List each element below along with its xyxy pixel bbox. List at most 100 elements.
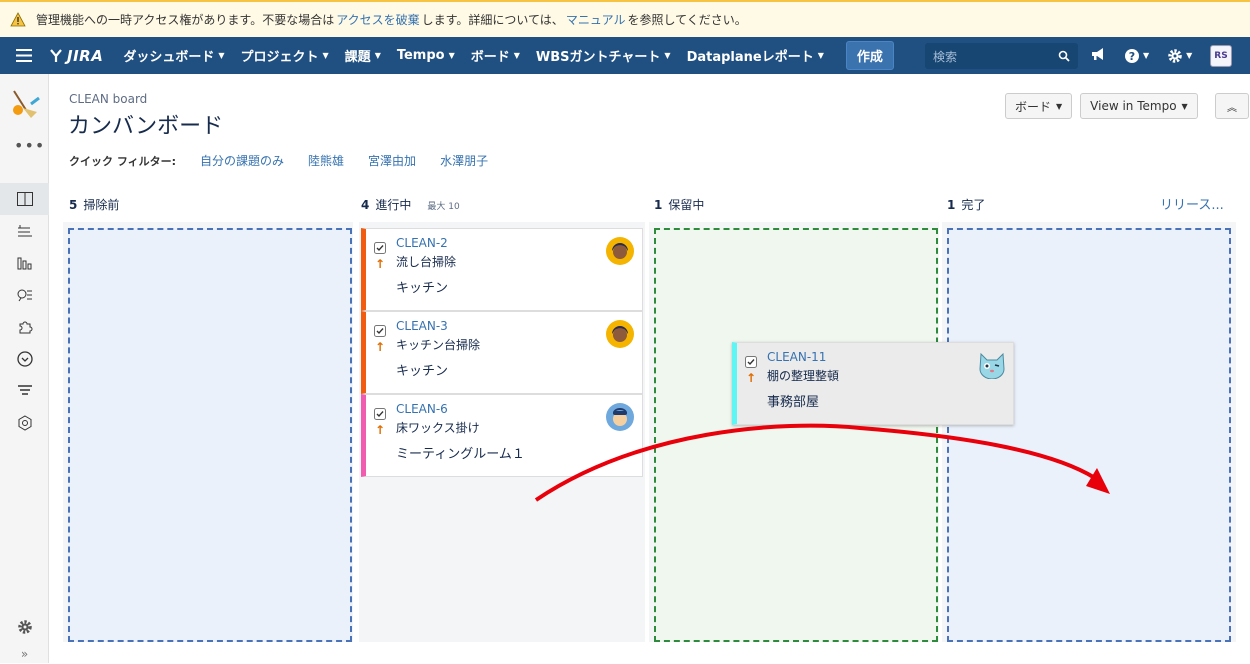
nav-projects[interactable]: プロジェクト ▼: [233, 37, 337, 74]
issue-card[interactable]: ↑ CLEAN-6 床ワックス掛け ミーティングルーム１: [361, 394, 643, 477]
drop-zone-done[interactable]: [947, 228, 1231, 642]
help-icon[interactable]: ? ▼: [1124, 48, 1149, 64]
issue-epic: ミーティングルーム１: [396, 447, 525, 462]
board-name: CLEAN board: [69, 92, 148, 106]
quick-filter-user-2[interactable]: 宮澤由加: [368, 152, 416, 169]
releases-icon[interactable]: [0, 343, 49, 375]
quick-filters: クイック フィルター: 自分の課題のみ 陸熊雄 宮澤由加 水澤朋子: [69, 152, 488, 169]
assignee-avatar: [977, 351, 1005, 380]
jira-logo-text: JIRA: [67, 46, 104, 65]
banner-text-3: を参照してください。: [627, 13, 747, 27]
assignee-avatar: [606, 237, 634, 265]
banner-text-2: します。詳細については、: [421, 13, 564, 27]
dragged-issue-card[interactable]: ↑ CLEAN-11 棚の整理整頓 事務部屋: [732, 342, 1014, 425]
assignee-avatar: [606, 320, 634, 348]
issue-summary: キッチン台掃除: [396, 338, 481, 352]
reports-icon[interactable]: [0, 247, 49, 279]
assignee-avatar: [606, 403, 634, 431]
task-type-icon: [745, 353, 757, 368]
issue-key[interactable]: CLEAN-2: [396, 236, 448, 250]
chevron-down-icon: ▼: [218, 51, 225, 60]
issue-summary: 床ワックス掛け: [396, 421, 480, 435]
page-title: カンバンボード: [68, 114, 224, 139]
issue-key[interactable]: CLEAN-3: [396, 319, 448, 333]
search-input[interactable]: 検索: [925, 43, 1078, 69]
priority-high-icon: ↑: [375, 257, 386, 271]
chevron-down-icon: ▼: [374, 51, 381, 60]
gear-icon[interactable]: ▼: [1167, 48, 1192, 64]
drop-zone-backlog[interactable]: [68, 228, 352, 642]
chevron-down-icon: ▼: [513, 51, 520, 60]
nav-right-icons: ? ▼ ▼ RS: [1090, 37, 1233, 74]
board-icon[interactable]: [0, 183, 49, 215]
components-icon[interactable]: [0, 311, 49, 343]
priority-high-icon: ↑: [375, 423, 386, 437]
svg-text:?: ?: [1129, 50, 1135, 63]
top-navigation: JIRA ダッシュボード ▼ プロジェクト ▼ 課題 ▼ Tempo ▼ ボード ▼ WB…: [0, 37, 1250, 74]
nav-boards[interactable]: ボード ▼: [463, 37, 528, 74]
board-menu-button[interactable]: ボード ▼: [1005, 93, 1073, 119]
quick-filter-user-3[interactable]: 水澤朋子: [440, 152, 488, 169]
issue-summary: 棚の整理整頓: [767, 369, 840, 383]
nav-issues[interactable]: 課題 ▼: [337, 37, 389, 74]
column-header-in-progress: 4 進行中 最大 10: [361, 198, 460, 212]
chevron-up-icon: ︽: [1227, 102, 1237, 114]
column-header-backlog: 5 掃除前: [69, 198, 120, 212]
task-type-icon: [374, 405, 386, 420]
task-type-icon: [374, 239, 386, 254]
project-settings-icon[interactable]: [0, 611, 49, 643]
menu-icon[interactable]: [0, 49, 48, 62]
nav-dashboard[interactable]: ダッシュボード ▼: [115, 37, 232, 74]
quick-filter-user-1[interactable]: 陸熊雄: [308, 152, 344, 169]
svg-text:RS: RS: [1215, 51, 1228, 61]
view-in-tempo-button[interactable]: View in Tempo ▼: [1080, 93, 1198, 119]
chevron-down-icon: ▼: [322, 51, 329, 60]
chevron-down-icon: ▼: [817, 51, 824, 60]
task-type-icon: [374, 322, 386, 337]
collapse-header-button[interactable]: ︽: [1215, 93, 1249, 119]
tempo-icon[interactable]: [0, 375, 49, 407]
manual-link[interactable]: マニュアル: [566, 11, 626, 28]
chevron-down-icon: ▼: [1056, 101, 1063, 111]
issue-key[interactable]: CLEAN-11: [767, 350, 826, 364]
more-icon[interactable]: •••: [14, 136, 45, 155]
announcement-icon[interactable]: [1090, 47, 1106, 65]
column-header-on-hold: 1 保留中: [654, 198, 705, 212]
revoke-access-link[interactable]: アクセスを破棄: [336, 11, 419, 28]
warning-icon: [0, 12, 36, 27]
nav-dataplane[interactable]: Dataplaneレポート ▼: [679, 37, 832, 74]
issue-epic: キッチン: [396, 281, 449, 296]
banner-text-1: 管理機能への一時アクセス権があります。不要な場合は: [36, 13, 335, 27]
nav-wbs-gantt[interactable]: WBSガントチャート ▼: [528, 37, 679, 74]
issue-epic: キッチン: [396, 364, 449, 379]
create-button[interactable]: 作成: [845, 41, 894, 70]
nav-tempo[interactable]: Tempo ▼: [389, 37, 463, 74]
board-actions: ボード ▼ View in Tempo ▼: [1005, 93, 1198, 119]
board-main: CLEAN board カンバンボード クイック フィルター: 自分の課題のみ …: [49, 74, 1250, 663]
admin-access-banner: 管理機能への一時アクセス権があります。不要な場合は アクセスを破棄 します。詳細…: [0, 0, 1250, 37]
jira-logo-icon: [50, 48, 62, 62]
issues-search-icon[interactable]: [0, 279, 49, 311]
issue-key[interactable]: CLEAN-6: [396, 402, 448, 416]
issue-card[interactable]: ↑ CLEAN-2 流し台掃除 キッチン: [361, 228, 643, 311]
search-icon: [1058, 50, 1070, 62]
project-sidebar: ••• »: [0, 74, 49, 663]
drop-zone-on-hold[interactable]: [654, 228, 938, 642]
quick-filter-label: クイック フィルター:: [69, 154, 177, 168]
issue-summary: 流し台掃除: [396, 255, 457, 269]
column-header-done: 1 完了: [947, 198, 986, 212]
quick-filter-my-issues[interactable]: 自分の課題のみ: [200, 152, 284, 169]
user-avatar[interactable]: RS: [1210, 44, 1233, 67]
issue-card[interactable]: ↑ CLEAN-3 キッチン台掃除 キッチン: [361, 311, 643, 394]
project-avatar[interactable]: [9, 88, 41, 120]
backlog-icon[interactable]: [0, 215, 49, 247]
release-link[interactable]: リリース...: [1160, 194, 1224, 213]
expand-sidebar-icon[interactable]: »: [0, 644, 49, 664]
search-placeholder: 検索: [933, 49, 958, 64]
jira-logo[interactable]: JIRA: [48, 47, 103, 65]
column-max-label: 最大 10: [427, 202, 460, 212]
chevron-down-icon: ▼: [448, 51, 455, 60]
addon-icon[interactable]: [0, 407, 49, 439]
priority-high-icon: ↑: [375, 340, 386, 354]
issue-epic: 事務部屋: [767, 395, 820, 410]
